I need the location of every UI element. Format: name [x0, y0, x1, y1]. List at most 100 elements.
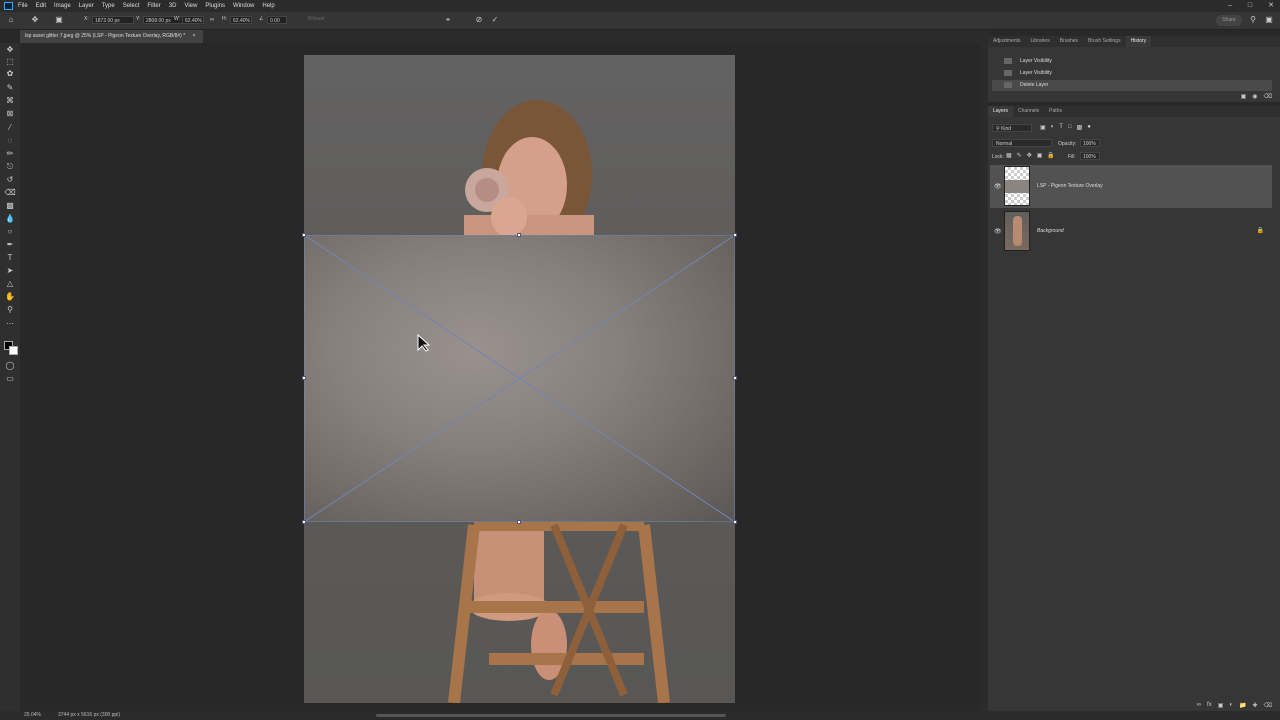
menu-edit[interactable]: Edit [36, 0, 46, 12]
frame-tool-icon[interactable]: ⊠ [4, 109, 16, 119]
new-group-icon[interactable]: 📁 [1239, 702, 1246, 709]
history-item[interactable]: Layer Visibility [992, 68, 1272, 79]
layer-style-icon[interactable]: fx [1207, 702, 1212, 709]
lock-all-icon[interactable]: 🔒 [1047, 152, 1054, 159]
layer-name[interactable]: LSP - Pigeon Texture Overlay [1037, 183, 1103, 189]
fill-field[interactable]: 100% [1080, 152, 1100, 160]
layer-row-selected[interactable]: 👁 LSP - Pigeon Texture Overlay [990, 165, 1272, 208]
menu-type[interactable]: Type [102, 0, 115, 12]
move-tool-icon[interactable]: ✥ [4, 45, 16, 55]
menu-file[interactable]: File [18, 0, 28, 12]
menu-select[interactable]: Select [123, 0, 140, 12]
filter-toggle-icon[interactable]: ● [1087, 124, 1091, 131]
menu-view[interactable]: View [184, 0, 197, 12]
document-size[interactable]: 3744 px x 5616 px (300 ppi) [58, 711, 120, 720]
height-field[interactable]: 62.40% [230, 16, 252, 24]
healing-brush-tool-icon[interactable]: ◌ [4, 136, 16, 146]
lock-transparent-icon[interactable]: ▦ [1006, 152, 1012, 159]
eye-visibility-icon[interactable]: 👁 [994, 228, 1002, 235]
type-tool-icon[interactable]: T [4, 253, 16, 263]
transform-handle-bottom-right[interactable] [733, 520, 737, 524]
menu-plugins[interactable]: Plugins [205, 0, 225, 12]
menu-filter[interactable]: Filter [147, 0, 160, 12]
opacity-field[interactable]: 100% [1080, 139, 1100, 147]
snapshot-icon[interactable]: ◉ [1252, 93, 1257, 100]
search-icon[interactable]: ⚲ [1248, 15, 1258, 25]
zoom-tool-icon[interactable]: ⚲ [4, 305, 16, 315]
reference-point-icon[interactable]: ▣ [54, 15, 64, 25]
transform-handle-bottom-left[interactable] [302, 520, 306, 524]
document-tab[interactable]: lsp asset glitter 7.jpeg @ 25% (LSP - Pi… [20, 30, 204, 43]
smart-object-filter-icon[interactable]: ▩ [1077, 124, 1083, 131]
screen-mode-icon[interactable]: ▭ [4, 374, 16, 384]
lock-artboard-icon[interactable]: ▣ [1037, 152, 1043, 159]
tab-adjustments[interactable]: Adjustments [988, 36, 1026, 47]
layer-name[interactable]: Background [1037, 228, 1064, 234]
gradient-tool-icon[interactable]: ▩ [4, 201, 16, 211]
link-layers-icon[interactable]: ∞ [1197, 702, 1201, 709]
width-field[interactable]: 62.40% [182, 16, 204, 24]
x-field[interactable]: 1872.00 px [92, 16, 134, 24]
tab-paths[interactable]: Paths [1044, 106, 1067, 117]
transform-handle-right[interactable] [733, 376, 737, 380]
close-tab-button[interactable]: × [193, 33, 196, 39]
tab-brush-settings[interactable]: Brush Settings [1083, 36, 1126, 47]
history-item-active[interactable]: Delete Layer [992, 80, 1272, 91]
shape-tool-icon[interactable]: △ [4, 279, 16, 289]
history-item[interactable]: Layer Visibility [992, 56, 1272, 67]
marquee-tool-icon[interactable]: ⬚ [4, 57, 16, 67]
background-color-swatch[interactable] [9, 346, 18, 355]
pixel-filter-icon[interactable]: ▣ [1040, 124, 1046, 131]
transform-handle-top-right[interactable] [733, 233, 737, 237]
share-button[interactable]: Share [1216, 15, 1242, 26]
tab-brushes[interactable]: Brushes [1055, 36, 1083, 47]
transform-handle-bottom[interactable] [517, 520, 521, 524]
angle-field[interactable]: 0.00 [267, 16, 287, 24]
adjustment-layer-icon[interactable]: ◐ [1229, 702, 1233, 709]
eraser-tool-icon[interactable]: ⌫ [4, 188, 16, 198]
trash-icon[interactable]: ⌫ [1264, 93, 1272, 100]
adjustment-filter-icon[interactable]: ◐ [1051, 124, 1055, 131]
quick-mask-icon[interactable]: ◯ [4, 361, 16, 371]
move-tool-icon[interactable]: ✥ [30, 15, 40, 25]
blur-tool-icon[interactable]: 💧 [4, 214, 16, 224]
brush-tool-icon[interactable]: ✏ [4, 149, 16, 159]
transform-handle-top[interactable] [517, 233, 521, 237]
transform-handle-left[interactable] [302, 376, 306, 380]
layer-row[interactable]: 👁 Background 🔒 [990, 210, 1272, 253]
home-icon[interactable]: ⌂ [6, 15, 16, 25]
clone-stamp-tool-icon[interactable]: ⎋ [4, 162, 16, 172]
menu-layer[interactable]: Layer [79, 0, 94, 12]
shape-filter-icon[interactable]: □ [1068, 124, 1072, 131]
photoshop-icon[interactable] [4, 2, 13, 10]
zoom-level[interactable]: 25.04% [24, 711, 41, 720]
tab-channels[interactable]: Channels [1013, 106, 1044, 117]
tab-layers[interactable]: Layers [988, 106, 1014, 117]
cancel-transform-icon[interactable]: ⊘ [474, 15, 484, 25]
commit-transform-icon[interactable]: ✓ [490, 15, 500, 25]
menu-3d[interactable]: 3D [169, 0, 177, 12]
lasso-tool-icon[interactable]: ✿ [4, 69, 16, 79]
maximize-button[interactable]: □ [1248, 0, 1252, 12]
tab-history[interactable]: History [1125, 36, 1152, 47]
minimize-button[interactable]: – [1228, 0, 1232, 12]
eye-visibility-icon[interactable]: 👁 [994, 183, 1002, 190]
lock-image-icon[interactable]: ✎ [1017, 152, 1022, 159]
menu-window[interactable]: Window [233, 0, 254, 12]
new-document-from-state-icon[interactable]: ▣ [1241, 93, 1247, 100]
quick-select-tool-icon[interactable]: ✎ [4, 83, 16, 93]
warp-icon[interactable]: ⌖ [443, 15, 453, 25]
horizontal-scrollbar[interactable] [376, 714, 726, 717]
blend-mode-select[interactable]: Normal [992, 139, 1052, 147]
interpolation-select[interactable]: Bilinear [308, 16, 325, 22]
workspace-icon[interactable]: ▣ [1264, 15, 1274, 25]
new-layer-icon[interactable]: ✚ [1252, 702, 1257, 709]
hand-tool-icon[interactable]: ✋ [4, 292, 16, 302]
more-tools-icon[interactable]: ⋯ [4, 319, 16, 329]
lock-position-icon[interactable]: ✥ [1027, 152, 1032, 159]
menu-help[interactable]: Help [262, 0, 274, 12]
crop-tool-icon[interactable]: ⌘ [4, 96, 16, 106]
close-window-button[interactable]: ✕ [1268, 0, 1274, 12]
eyedropper-tool-icon[interactable]: ⁄ [4, 123, 16, 133]
history-brush-tool-icon[interactable]: ↺ [4, 175, 16, 185]
